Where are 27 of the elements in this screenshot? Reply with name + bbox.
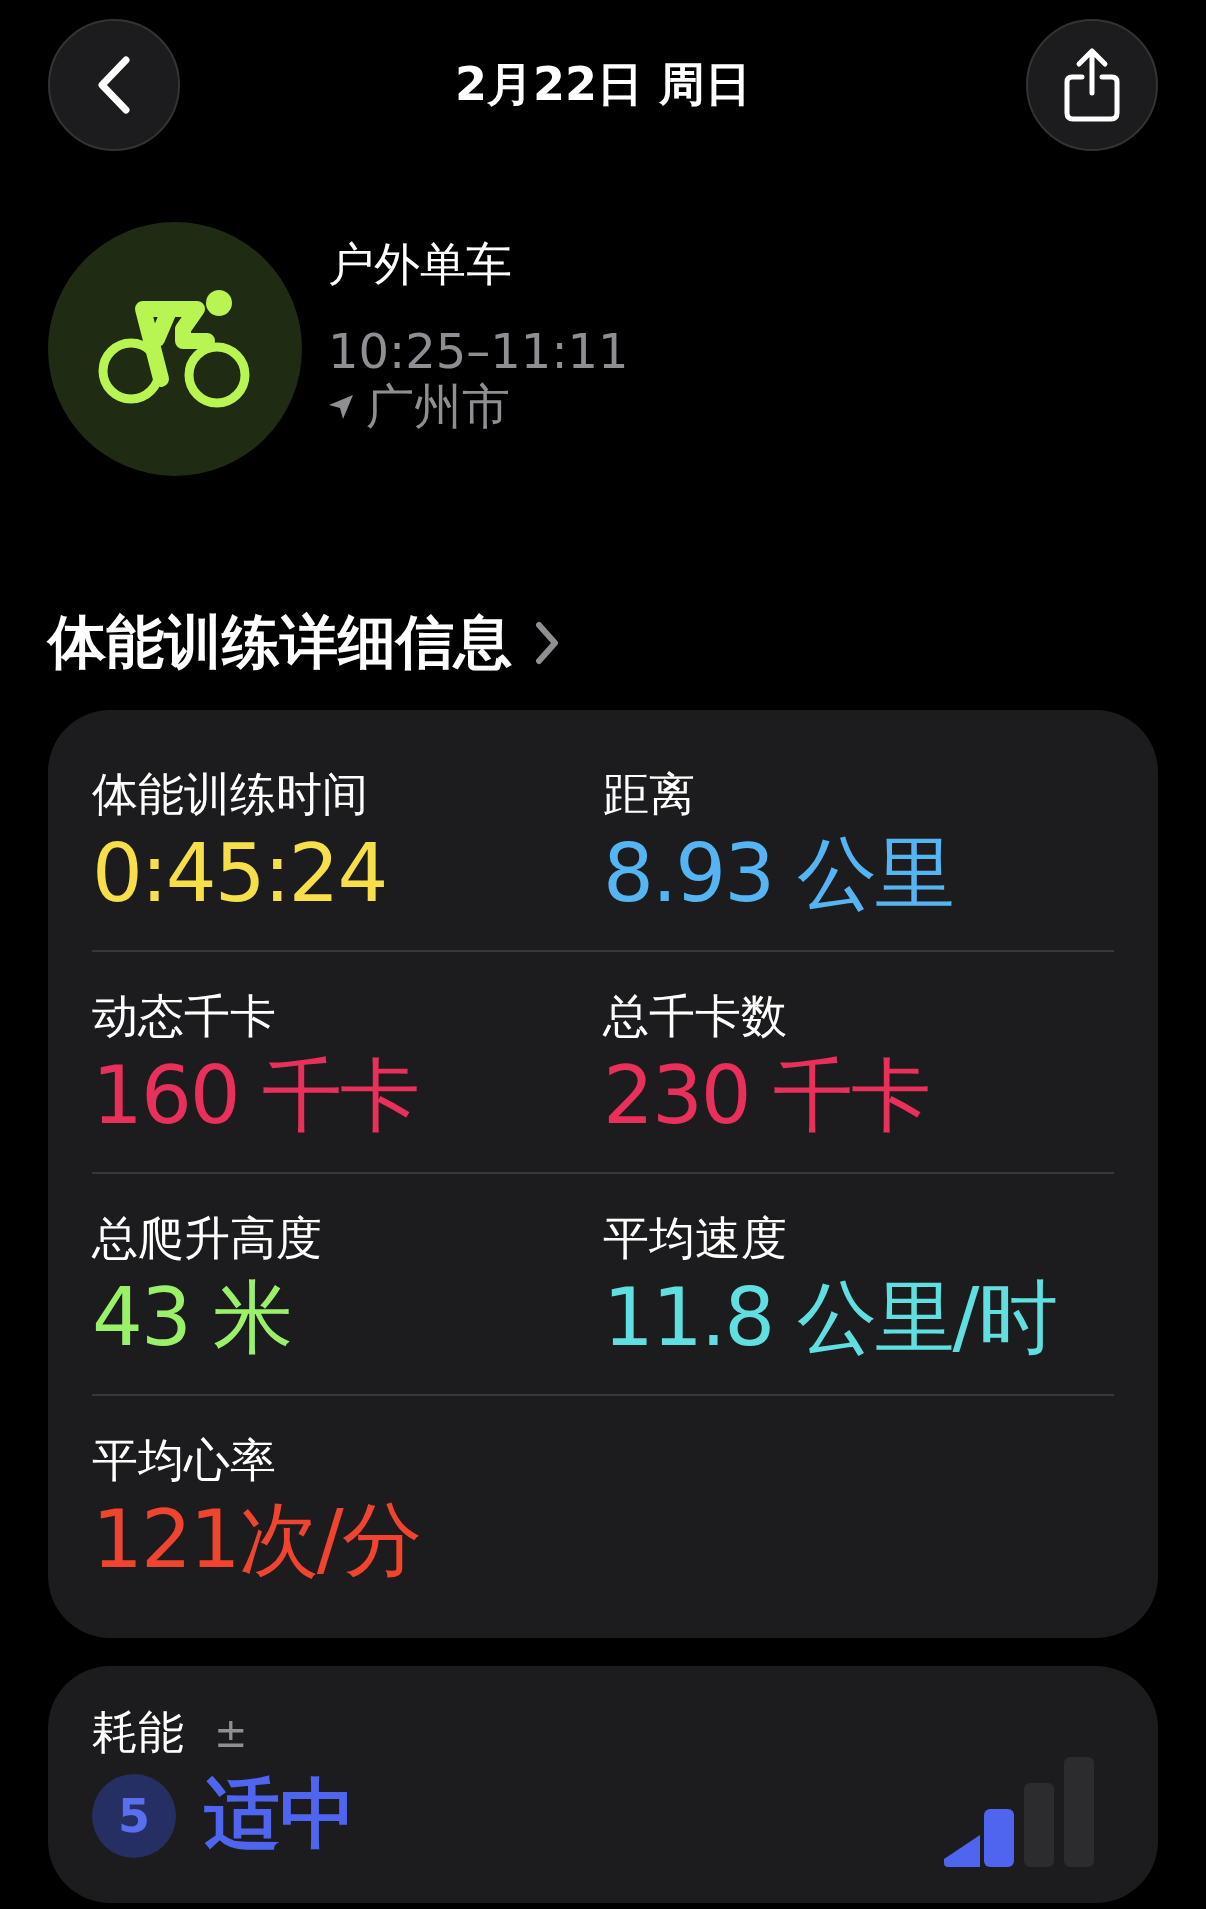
effort-bars-icon — [944, 1755, 1094, 1867]
adjust-symbol: ± — [214, 1710, 248, 1756]
date-title: 2月22日 周日 — [454, 56, 751, 113]
metric-value: 121次/分 — [92, 1496, 421, 1584]
metric-label: 体能训练时间 — [92, 766, 369, 823]
metric-label: 平均心率 — [92, 1432, 277, 1489]
metric-value: 8.93 公里 — [603, 830, 954, 918]
metric-value: 11.8 公里/时 — [603, 1274, 1057, 1362]
share-icon — [1062, 47, 1122, 123]
location-arrow-icon — [328, 393, 354, 420]
effort-label: 耗能 — [92, 1704, 184, 1761]
workout-time: 10:25–11:11 — [328, 323, 629, 379]
workout-location: 广州市 — [366, 379, 510, 435]
metric-value: 230 千卡 — [603, 1052, 931, 1140]
metric-label: 平均速度 — [603, 1210, 788, 1267]
metric-label: 总千卡数 — [603, 988, 788, 1045]
metric-label: 总爬升高度 — [92, 1210, 323, 1267]
workout-name: 户外单车 — [328, 235, 513, 293]
metric-label: 动态千卡 — [92, 988, 277, 1045]
section-title: 体能训练详细信息 — [48, 607, 512, 678]
chevron-icon[interactable] — [534, 621, 560, 665]
effort-score: 5 — [92, 1773, 176, 1858]
metric-value: 160 千卡 — [92, 1052, 420, 1140]
metric-value: 43 米 — [92, 1274, 293, 1362]
metric-value: 0:45:24 — [92, 830, 388, 918]
effort-rating: 适中 — [204, 1768, 356, 1860]
metric-label: 距离 — [603, 766, 696, 823]
